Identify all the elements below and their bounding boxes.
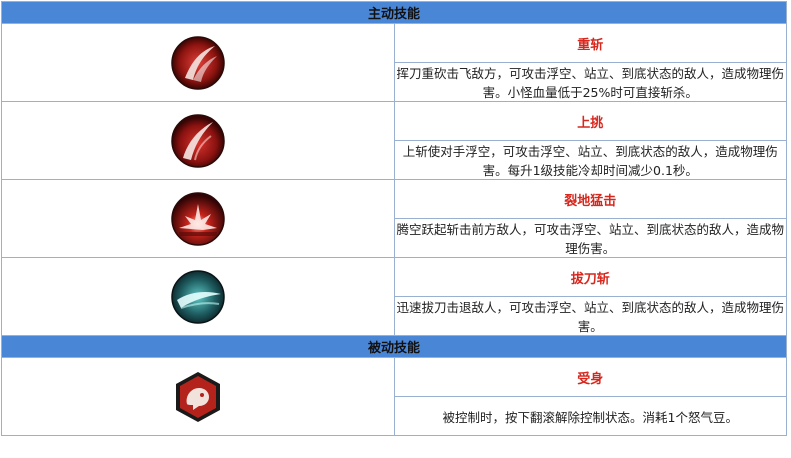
skill-name: 上挑 xyxy=(393,101,787,141)
skill-icon-cell xyxy=(1,179,395,258)
active-skills-header: 主动技能 xyxy=(1,1,787,24)
skill-icon-cell xyxy=(1,101,395,180)
skill-icon-cell xyxy=(1,257,395,336)
skill-row: 上挑 xyxy=(1,101,787,180)
skill-icon-cell xyxy=(1,357,395,436)
skill-row: 裂地猛击 xyxy=(1,179,787,258)
skill-name: 拔刀斩 xyxy=(393,257,787,297)
skill-description: 上斩使对手浮空，可攻击浮空、站立、到底状态的敌人，造成物理伤害。每升1级技能冷却… xyxy=(393,140,787,180)
skill-name: 裂地猛击 xyxy=(393,179,787,219)
skill-row: 拔刀斩 xyxy=(1,257,787,336)
skill-row: 受身 xyxy=(1,357,787,436)
skill-description: 迅速拔刀击退敌人，可攻击浮空、站立、到底状态的敌人，造成物理伤害。 xyxy=(393,296,787,336)
break-fall-icon xyxy=(175,371,220,422)
passive-skills-title: 被动技能 xyxy=(1,335,787,358)
skill-name: 重斩 xyxy=(393,23,787,63)
blade-draw-icon xyxy=(171,269,225,324)
skill-row: 重斩 xyxy=(1,23,787,102)
passive-skills-header: 被动技能 xyxy=(1,335,787,358)
heavy-slash-icon xyxy=(171,35,225,90)
skill-name: 受身 xyxy=(393,357,787,397)
ground-smash-icon xyxy=(171,191,225,246)
active-skills-title: 主动技能 xyxy=(1,1,787,24)
skill-description: 挥刀重砍击飞敌方，可攻击浮空、站立、到底状态的敌人，造成物理伤害。小怪血量低于2… xyxy=(393,62,787,102)
skill-table-container: 主动技能 重斩 挥刀重砍击飞敌方，可攻击浮空、站立、到底状态的敌人，造成物理伤害… xyxy=(1,1,787,436)
skill-description: 被控制时，按下翻滚解除控制状态。消耗1个怒气豆。 xyxy=(393,396,787,436)
skill-table: 主动技能 重斩 挥刀重砍击飞敌方，可攻击浮空、站立、到底状态的敌人，造成物理伤害… xyxy=(1,1,787,436)
upward-slash-icon xyxy=(171,113,225,168)
skill-icon-cell xyxy=(1,23,395,102)
skill-description: 腾空跃起斩击前方敌人，可攻击浮空、站立、到底状态的敌人，造成物理伤害。 xyxy=(393,218,787,258)
